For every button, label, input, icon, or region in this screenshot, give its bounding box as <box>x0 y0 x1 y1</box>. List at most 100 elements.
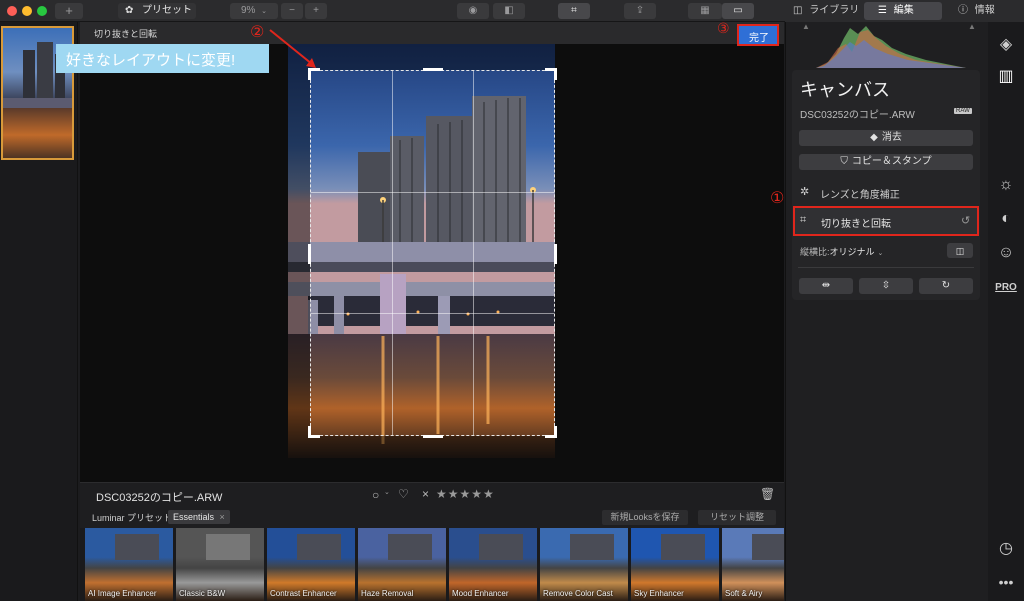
tab-info[interactable]: ⓘ 情報 <box>944 2 1020 20</box>
clone-stamp-label: コピー＆スタンプ <box>851 156 932 167</box>
preset-card[interactable]: Haze Removal <box>358 528 446 601</box>
trash-icon[interactable]: 🗑 <box>760 487 775 501</box>
flag-circle-icon[interactable]: ○ <box>372 488 379 502</box>
library-icon: ◫ <box>793 5 803 16</box>
compare-button[interactable]: ◧ <box>493 3 525 19</box>
preset-thumbnail <box>661 534 705 560</box>
star-rating[interactable]: ★★★★★ <box>436 487 495 501</box>
crop-handle-bottom-right[interactable] <box>545 426 557 438</box>
histogram-shadow-clip-icon[interactable]: ▲ <box>802 22 810 31</box>
zoom-out-button[interactable]: − <box>281 3 303 19</box>
photo-canvas: 切り抜きと回転 <box>80 22 784 482</box>
preview-eye-button[interactable]: ◉ <box>457 3 489 19</box>
filmstrip <box>0 22 78 601</box>
tab-edit[interactable]: ☰ 編集 <box>864 2 942 20</box>
flip-horizontal-button[interactable]: ⇹ <box>799 278 853 294</box>
tool-title: 切り抜きと回転 <box>94 29 158 39</box>
swap-orientation-button[interactable]: ◫ <box>947 243 973 258</box>
portrait-face-icon[interactable]: ☺ <box>996 244 1016 262</box>
right-tab-bar: ◫ ライブラリ ☰ 編集 ⓘ 情報 <box>785 0 1024 22</box>
annotation-callout: 好きなレイアウトに変更! <box>56 44 269 73</box>
crop-handle-left[interactable] <box>308 244 311 264</box>
reset-adjustments-button[interactable]: リセット調整 <box>698 510 776 525</box>
preset-thumbnail <box>752 534 784 560</box>
minimize-window-button[interactable] <box>22 6 32 16</box>
share-button[interactable]: ⇪ <box>624 3 656 19</box>
layers-icon[interactable]: ◈ <box>996 34 1016 54</box>
erase-button[interactable]: ◆ 消去 <box>799 130 973 146</box>
crop-mask-bottom <box>310 436 555 458</box>
crop-tool-button[interactable]: ⌗ <box>558 3 590 19</box>
grid-icon: ▦ <box>700 5 710 16</box>
canvas-tools-card: キャンバス DSC03252のコピー.ARW RAW ◆ 消去 ⛉ コピー＆スタンプ… <box>792 70 980 300</box>
eraser-icon: ◆ <box>870 132 878 143</box>
essentials-sun-icon[interactable]: ☼ <box>996 176 1016 194</box>
crop-grid-v2 <box>472 71 474 435</box>
flip-horizontal-icon: ⇹ <box>821 280 831 291</box>
preset-thumbnail <box>388 534 432 560</box>
preset-thumbnail <box>297 534 341 560</box>
save-looks-button[interactable]: 新規Looksを保存 <box>602 510 688 525</box>
flip-vertical-button[interactable]: ⇳ <box>859 278 913 294</box>
annotation-marker-3: ③ <box>717 20 730 36</box>
preset-thumbnail <box>570 534 614 560</box>
zoom-window-button[interactable] <box>37 6 47 16</box>
rotate-button[interactable]: ↻ <box>919 278 973 294</box>
chip-close-icon[interactable]: × <box>220 512 225 522</box>
zoom-in-button[interactable]: + <box>305 3 327 19</box>
tab-library[interactable]: ◫ ライブラリ <box>788 2 864 20</box>
lens-geometry-label: レンズと角度補正 <box>820 190 900 201</box>
add-button[interactable]: + <box>55 3 83 19</box>
aspect-ratio-select[interactable]: 縦横比:オリジナル ⌄ <box>800 245 883 259</box>
pro-tools-icon[interactable]: PRO <box>994 282 1018 293</box>
crop-icon: ⌗ <box>800 214 807 226</box>
heart-icon[interactable]: ♡ <box>398 487 409 501</box>
creative-palette-icon[interactable]: ◐ <box>996 210 1016 228</box>
preset-card[interactable]: Contrast Enhancer <box>267 528 355 601</box>
annotation-callout-text: 好きなレイアウトに変更! <box>66 52 236 69</box>
reject-icon[interactable]: × <box>422 487 429 501</box>
crop-mask-top <box>310 44 555 70</box>
presets-header: Luminar プリセット Essentials × 新規Looksを保存 リセ… <box>80 508 784 528</box>
aspect-ratio-label: 縦横比: <box>800 247 830 257</box>
share-icon: ⇪ <box>635 5 645 16</box>
crop-icon: ⌗ <box>571 5 577 16</box>
histogram-highlight-clip-icon[interactable]: ▲ <box>968 22 976 31</box>
preset-label: Haze Removal <box>361 589 414 598</box>
annotation-arrow <box>269 29 316 68</box>
crop-rotate-item[interactable]: ⌗ 切り抜きと回転 ↺ <box>793 206 979 236</box>
preset-card[interactable]: Remove Color Cast <box>540 528 628 601</box>
panel-title: キャンバス <box>800 80 890 100</box>
grid-view-button[interactable]: ▦ <box>688 3 722 19</box>
info-icon: ⓘ <box>958 5 968 16</box>
more-options-icon[interactable]: ••• <box>996 574 1016 590</box>
crop-handle-right[interactable] <box>554 244 557 264</box>
preset-card[interactable]: Mood Enhancer <box>449 528 537 601</box>
crop-handle-bottom-left[interactable] <box>308 426 320 438</box>
presets-icon: ✿ <box>125 5 134 16</box>
zoom-level-select[interactable]: 9% ⌄ <box>230 3 278 19</box>
crop-frame[interactable] <box>308 68 557 438</box>
canvas-tools-icon[interactable]: ▥ <box>996 66 1016 86</box>
preset-card[interactable]: Soft & Airy <box>722 528 784 601</box>
crop-handle-bottom[interactable] <box>423 435 443 438</box>
preset-card[interactable]: Sky Enhancer <box>631 528 719 601</box>
preset-card[interactable]: Classic B&W <box>176 528 264 601</box>
lens-geometry-item[interactable]: ✲ レンズと角度補正 <box>792 182 980 202</box>
presets-category-chip[interactable]: Essentials × <box>168 510 230 524</box>
preset-card[interactable]: AI Image Enhancer <box>85 528 173 601</box>
presets-button[interactable]: ✿ プリセット <box>118 3 196 19</box>
history-clock-icon[interactable]: ◷ <box>996 538 1016 558</box>
close-window-button[interactable] <box>7 6 17 16</box>
erase-label: 消去 <box>881 132 902 143</box>
chevron-down-icon: ⌄ <box>261 8 268 15</box>
reset-icon[interactable]: ↺ <box>961 214 970 227</box>
single-view-button[interactable]: ▭ <box>722 3 754 19</box>
crop-rotate-label: 切り抜きと回転 <box>821 219 891 230</box>
crop-handle-top[interactable] <box>423 68 443 71</box>
clone-stamp-button[interactable]: ⛉ コピー＆スタンプ <box>799 154 973 170</box>
rotate-icon: ↻ <box>941 280 951 291</box>
done-button[interactable]: 完了 <box>737 24 779 46</box>
crop-handle-top-right[interactable] <box>545 68 557 80</box>
annotation-marker-2: ② <box>250 24 265 41</box>
